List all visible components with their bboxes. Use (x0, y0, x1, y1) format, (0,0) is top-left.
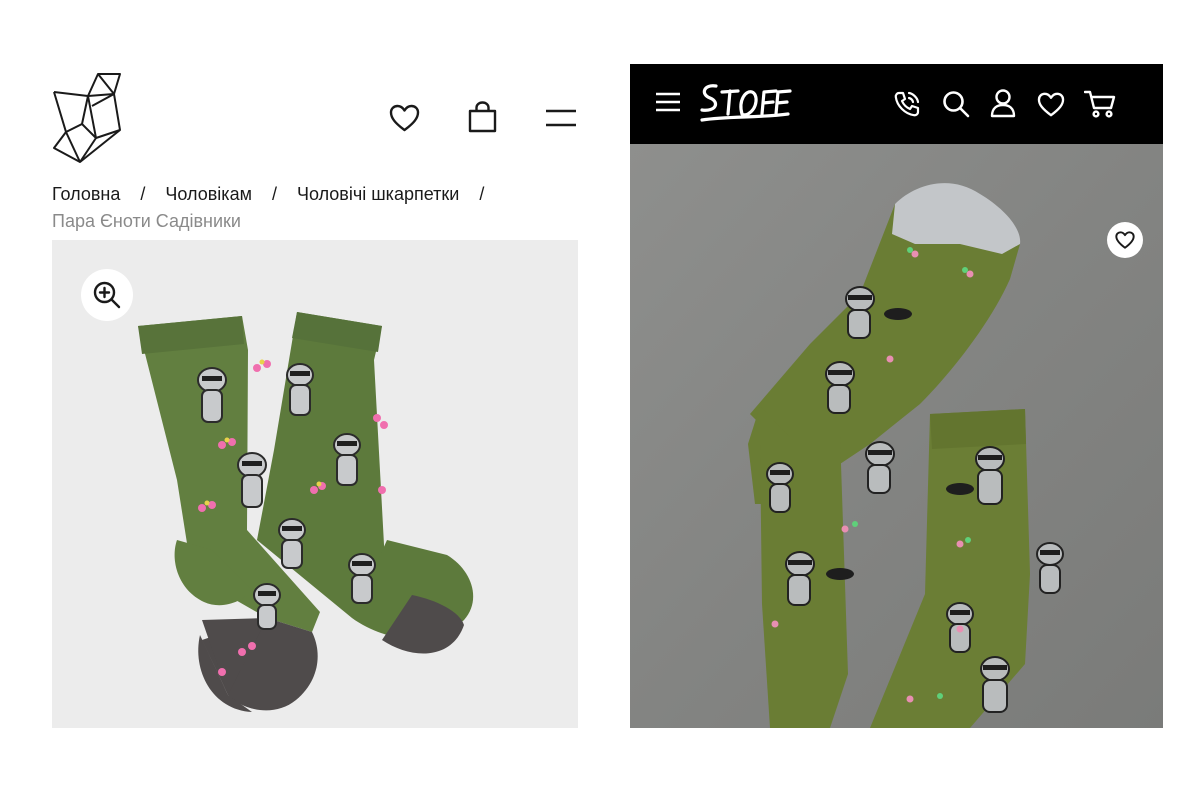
heart-icon (1115, 231, 1135, 249)
breadcrumb-item-men[interactable]: Чоловікам (165, 183, 252, 205)
heart-icon[interactable] (389, 104, 420, 132)
phone-icon[interactable] (893, 90, 921, 118)
breadcrumb: Головна / Чоловікам / Чоловічі шкарпетки / (52, 183, 504, 205)
brand-logo[interactable] (698, 78, 792, 126)
socks-photo-illustration (630, 144, 1163, 728)
breadcrumb-item-home[interactable]: Головна (52, 183, 120, 205)
left-site: Головна / Чоловікам / Чоловічі шкарпетки / Па… (0, 0, 610, 794)
brand-logo[interactable] (52, 72, 122, 164)
heart-icon[interactable] (1037, 92, 1065, 117)
zoom-button[interactable] (81, 269, 133, 321)
product-image[interactable] (52, 240, 578, 728)
cart-icon[interactable] (1084, 89, 1116, 119)
favorite-button[interactable] (1107, 222, 1143, 258)
breadcrumb-separator: / (479, 184, 485, 204)
search-icon[interactable] (942, 90, 970, 118)
product-photo[interactable] (630, 144, 1163, 728)
breadcrumb-current: Пара Єноти Садівники (52, 211, 241, 231)
zoom-in-icon (93, 281, 121, 309)
menu-icon[interactable] (546, 108, 576, 128)
breadcrumb-separator: / (271, 184, 277, 204)
top-navigation-bar (630, 64, 1163, 144)
socks-illustration (138, 312, 474, 712)
right-site (630, 64, 1163, 728)
breadcrumb-item-mens-socks[interactable]: Чоловічі шкарпетки (297, 183, 459, 205)
shopping-bag-icon[interactable] (468, 101, 497, 133)
menu-icon[interactable] (656, 91, 680, 113)
user-icon[interactable] (990, 88, 1016, 118)
breadcrumb-separator: / (140, 184, 146, 204)
